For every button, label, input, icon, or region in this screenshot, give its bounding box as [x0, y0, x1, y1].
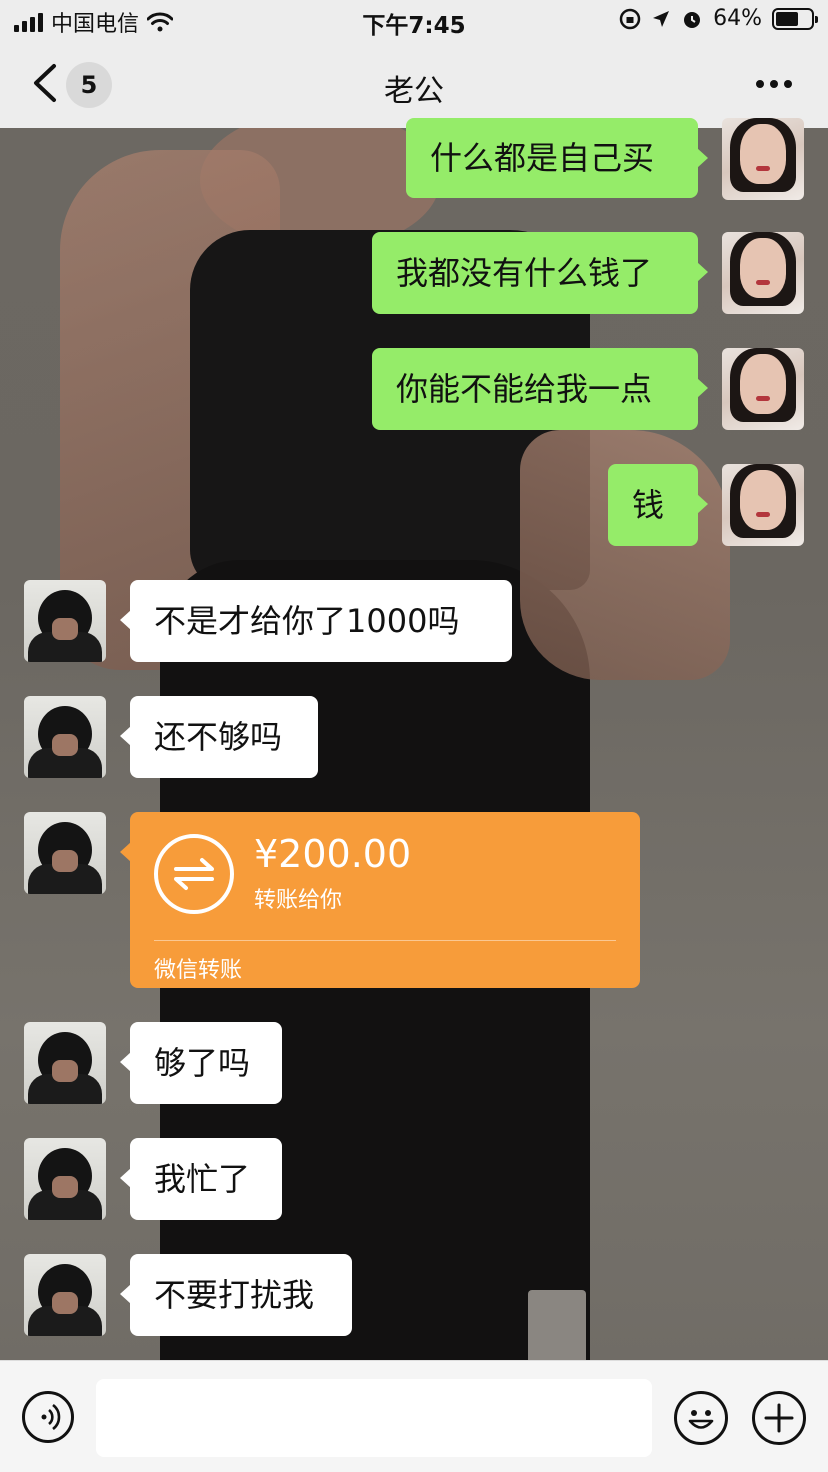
transfer-divider — [154, 940, 616, 941]
status-bar: 中国电信 下午7:45 64% — [0, 0, 828, 40]
contact-avatar[interactable] — [24, 1138, 106, 1220]
money-transfer-card[interactable]: ¥200.00 转账给你 微信转账 — [120, 812, 640, 988]
contact-message-bubble[interactable]: 我忙了 — [120, 1138, 282, 1220]
location-icon — [653, 10, 670, 27]
input-toolbar — [0, 1360, 828, 1472]
transfer-amount: ¥200.00 — [254, 832, 412, 876]
contact-avatar[interactable] — [24, 812, 106, 894]
battery-percent: 64% — [713, 6, 762, 31]
contact-message-bubble[interactable]: 够了吗 — [120, 1022, 282, 1104]
chat-header: 5 老公 — [0, 40, 828, 128]
contact-message-bubble[interactable]: 还不够吗 — [120, 696, 318, 778]
transfer-description: 转账给你 — [254, 888, 343, 913]
alarm-icon — [684, 11, 701, 28]
my-message-bubble[interactable]: 你能不能给我一点 — [372, 348, 708, 430]
my-avatar[interactable] — [722, 118, 804, 200]
contact-avatar[interactable] — [24, 580, 106, 662]
transfer-footer-label: 微信转账 — [154, 958, 243, 983]
chat-title: 老公 — [384, 74, 444, 109]
my-avatar[interactable] — [722, 464, 804, 546]
contact-avatar[interactable] — [24, 1022, 106, 1104]
contact-avatar[interactable] — [24, 696, 106, 778]
more-dots-icon[interactable] — [756, 80, 792, 88]
plus-icon[interactable] — [752, 1391, 806, 1445]
my-message-bubble[interactable]: 什么都是自己买 — [406, 118, 708, 198]
my-message-bubble[interactable]: 我都没有什么钱了 — [372, 232, 708, 314]
message-input[interactable] — [96, 1379, 652, 1457]
my-avatar[interactable] — [722, 232, 804, 314]
battery-icon — [772, 7, 818, 30]
contact-message-bubble[interactable]: 不是才给你了1000吗 — [120, 580, 512, 662]
rotation-lock-icon — [619, 8, 641, 29]
voice-icon[interactable] — [22, 1391, 74, 1443]
my-message-bubble[interactable]: 钱 — [608, 464, 708, 546]
contact-message-bubble[interactable]: 不要打扰我 — [120, 1254, 352, 1336]
emoji-icon[interactable] — [674, 1391, 728, 1445]
contact-avatar[interactable] — [24, 1254, 106, 1336]
transfer-arrows-icon — [154, 834, 234, 914]
my-avatar[interactable] — [722, 348, 804, 430]
